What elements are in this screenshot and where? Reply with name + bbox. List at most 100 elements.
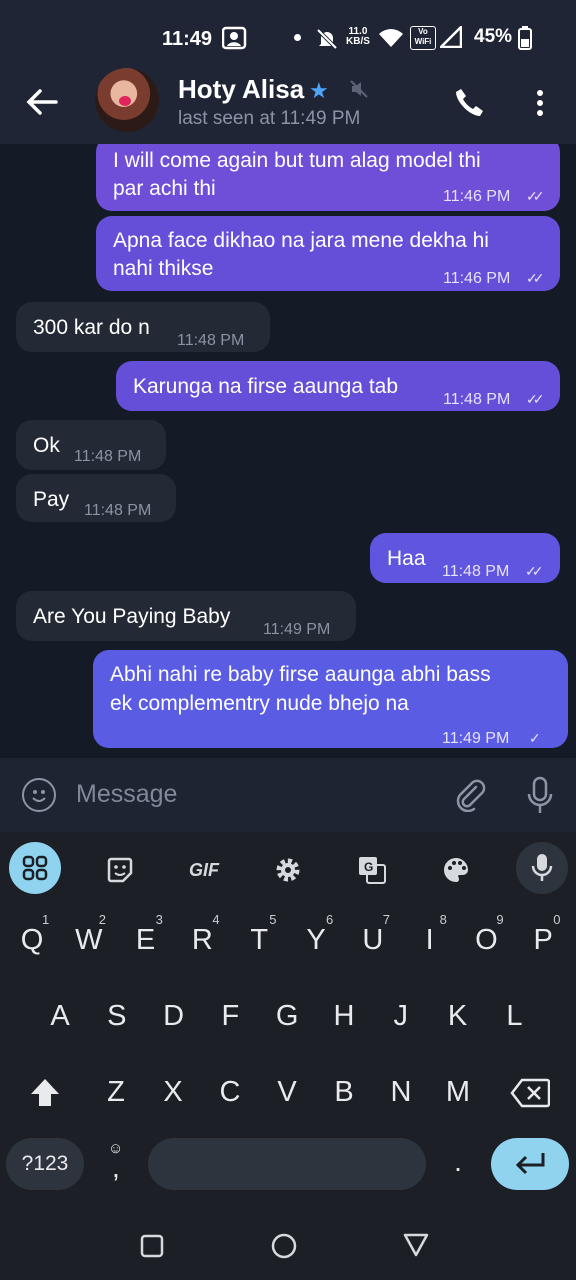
message-list[interactable]: I will come again but tum alag model thi… <box>0 144 576 758</box>
key-r[interactable]: R <box>178 924 226 957</box>
recents-square-icon[interactable] <box>140 1234 164 1258</box>
message-text-line: Haa <box>387 547 426 570</box>
microphone-icon <box>531 854 553 881</box>
keyboard-apps-button[interactable] <box>9 842 61 894</box>
microphone-icon[interactable] <box>526 776 554 816</box>
volte-badge: Vo WiFi <box>410 26 436 50</box>
sticker-button[interactable] <box>96 844 144 896</box>
single-check-icon: ✓ <box>529 730 541 746</box>
key-w[interactable]: W <box>65 924 113 957</box>
keyboard: GIF G Q1W2E3R4T5Y6U7I8O9P0 ASDFGHJKL ZXC… <box>0 832 576 1206</box>
emoji-icon[interactable] <box>22 778 56 812</box>
grid-icon <box>22 855 48 881</box>
phone-call-icon[interactable] <box>452 86 486 120</box>
emoji-comma-key[interactable]: ☺ , <box>100 1138 134 1190</box>
message-time: 11:49 PM <box>263 621 331 638</box>
message-time: 11:48 PM <box>74 448 142 465</box>
key-g[interactable]: G <box>263 1000 311 1033</box>
incoming-message[interactable]: Pay 11:48 PM <box>16 474 176 522</box>
key-hint: 8 <box>439 912 447 927</box>
key-o[interactable]: O <box>462 924 510 957</box>
key-x[interactable]: X <box>149 1076 197 1109</box>
gif-button[interactable]: GIF <box>180 844 228 896</box>
message-time: 11:48 PM <box>443 391 511 408</box>
incoming-message[interactable]: 300 kar do n 11:48 PM <box>16 302 270 352</box>
outgoing-message[interactable]: Apna face dikhao na jara mene dekha hi n… <box>96 216 560 291</box>
key-z[interactable]: Z <box>92 1076 140 1109</box>
back-triangle-icon[interactable] <box>402 1232 430 1258</box>
system-nav-bar <box>0 1206 576 1280</box>
muted-icon <box>350 80 368 98</box>
message-text-line: Pay <box>33 488 70 511</box>
net-speed: 11.0 KB/S <box>346 26 370 47</box>
key-b[interactable]: B <box>320 1076 368 1109</box>
contacts-icon <box>222 26 247 50</box>
message-time: 11:48 PM <box>84 502 152 519</box>
last-seen-status: last seen at 11:49 PM <box>178 108 361 129</box>
key-i[interactable]: I <box>406 924 454 957</box>
message-text-line: ek complementry nude bhejo na <box>110 692 409 715</box>
message-text-line: par achi thi <box>113 177 216 200</box>
svg-text:G: G <box>364 860 373 874</box>
key-h[interactable]: H <box>320 1000 368 1033</box>
key-u[interactable]: U <box>349 924 397 957</box>
key-d[interactable]: D <box>150 1000 198 1033</box>
double-check-icon: ✓✓ <box>526 188 545 204</box>
incoming-message[interactable]: Ok 11:48 PM <box>16 420 166 470</box>
mute-bell-icon <box>316 28 338 50</box>
message-time: 11:49 PM <box>442 730 510 747</box>
incoming-message[interactable]: Are You Paying Baby 11:49 PM <box>16 591 356 641</box>
key-s[interactable]: S <box>93 1000 141 1033</box>
home-circle-icon[interactable] <box>270 1232 298 1260</box>
key-n[interactable]: N <box>377 1076 425 1109</box>
key-q[interactable]: Q <box>8 924 56 957</box>
key-hint: 4 <box>212 912 220 927</box>
contact-name[interactable]: Hoty Alisa <box>178 74 304 105</box>
double-check-icon: ✓✓ <box>526 391 545 407</box>
key-m[interactable]: M <box>434 1076 482 1109</box>
enter-key[interactable] <box>491 1138 569 1190</box>
backspace-key[interactable] <box>510 1078 550 1108</box>
key-k[interactable]: K <box>434 1000 482 1033</box>
outgoing-message[interactable]: Karunga na firse aaunga tab 11:48 PM ✓✓ <box>116 361 560 411</box>
key-hint: 2 <box>98 912 107 927</box>
theme-button[interactable] <box>432 844 480 896</box>
outgoing-message[interactable]: I will come again but tum alag model thi… <box>96 144 560 211</box>
contact-avatar[interactable] <box>95 68 159 132</box>
space-bar[interactable] <box>148 1138 426 1190</box>
message-time: 11:46 PM <box>443 188 511 205</box>
key-c[interactable]: C <box>206 1076 254 1109</box>
signal-icon <box>440 26 462 48</box>
message-time: 11:48 PM <box>442 563 510 580</box>
key-f[interactable]: F <box>206 1000 254 1033</box>
outgoing-message[interactable]: Abhi nahi re baby firse aaunga abhi bass… <box>93 650 568 748</box>
message-input[interactable]: Message <box>76 780 177 809</box>
wifi-icon <box>379 29 403 47</box>
key-hint: 7 <box>382 912 391 927</box>
chat-header: Hoty Alisa ★ last seen at 11:49 PM <box>0 60 576 144</box>
period-key[interactable]: . <box>446 1146 470 1186</box>
shift-key[interactable] <box>28 1076 62 1110</box>
key-p[interactable]: P <box>519 924 567 957</box>
key-hint: 1 <box>42 912 50 927</box>
attach-paperclip-icon[interactable] <box>452 778 486 812</box>
key-v[interactable]: V <box>263 1076 311 1109</box>
key-e[interactable]: E <box>122 924 170 957</box>
key-a[interactable]: A <box>36 1000 84 1033</box>
translate-button[interactable]: G <box>348 844 396 896</box>
symbols-key[interactable]: ?123 <box>6 1138 84 1190</box>
key-j[interactable]: J <box>377 1000 425 1033</box>
message-text-line: Are You Paying Baby <box>33 605 231 628</box>
voice-input-button[interactable] <box>516 842 568 894</box>
key-hint: 3 <box>155 912 163 927</box>
outgoing-message[interactable]: Haa 11:48 PM ✓✓ <box>370 533 560 583</box>
key-y[interactable]: Y <box>292 924 340 957</box>
more-options-icon[interactable] <box>530 88 550 118</box>
back-arrow-icon[interactable] <box>22 82 62 122</box>
settings-button[interactable] <box>264 844 312 896</box>
message-text-line: nahi thikse <box>113 257 214 280</box>
key-l[interactable]: L <box>490 1000 538 1033</box>
status-time: 11:49 <box>162 28 213 50</box>
key-t[interactable]: T <box>235 924 283 957</box>
sticker-icon <box>107 857 133 883</box>
